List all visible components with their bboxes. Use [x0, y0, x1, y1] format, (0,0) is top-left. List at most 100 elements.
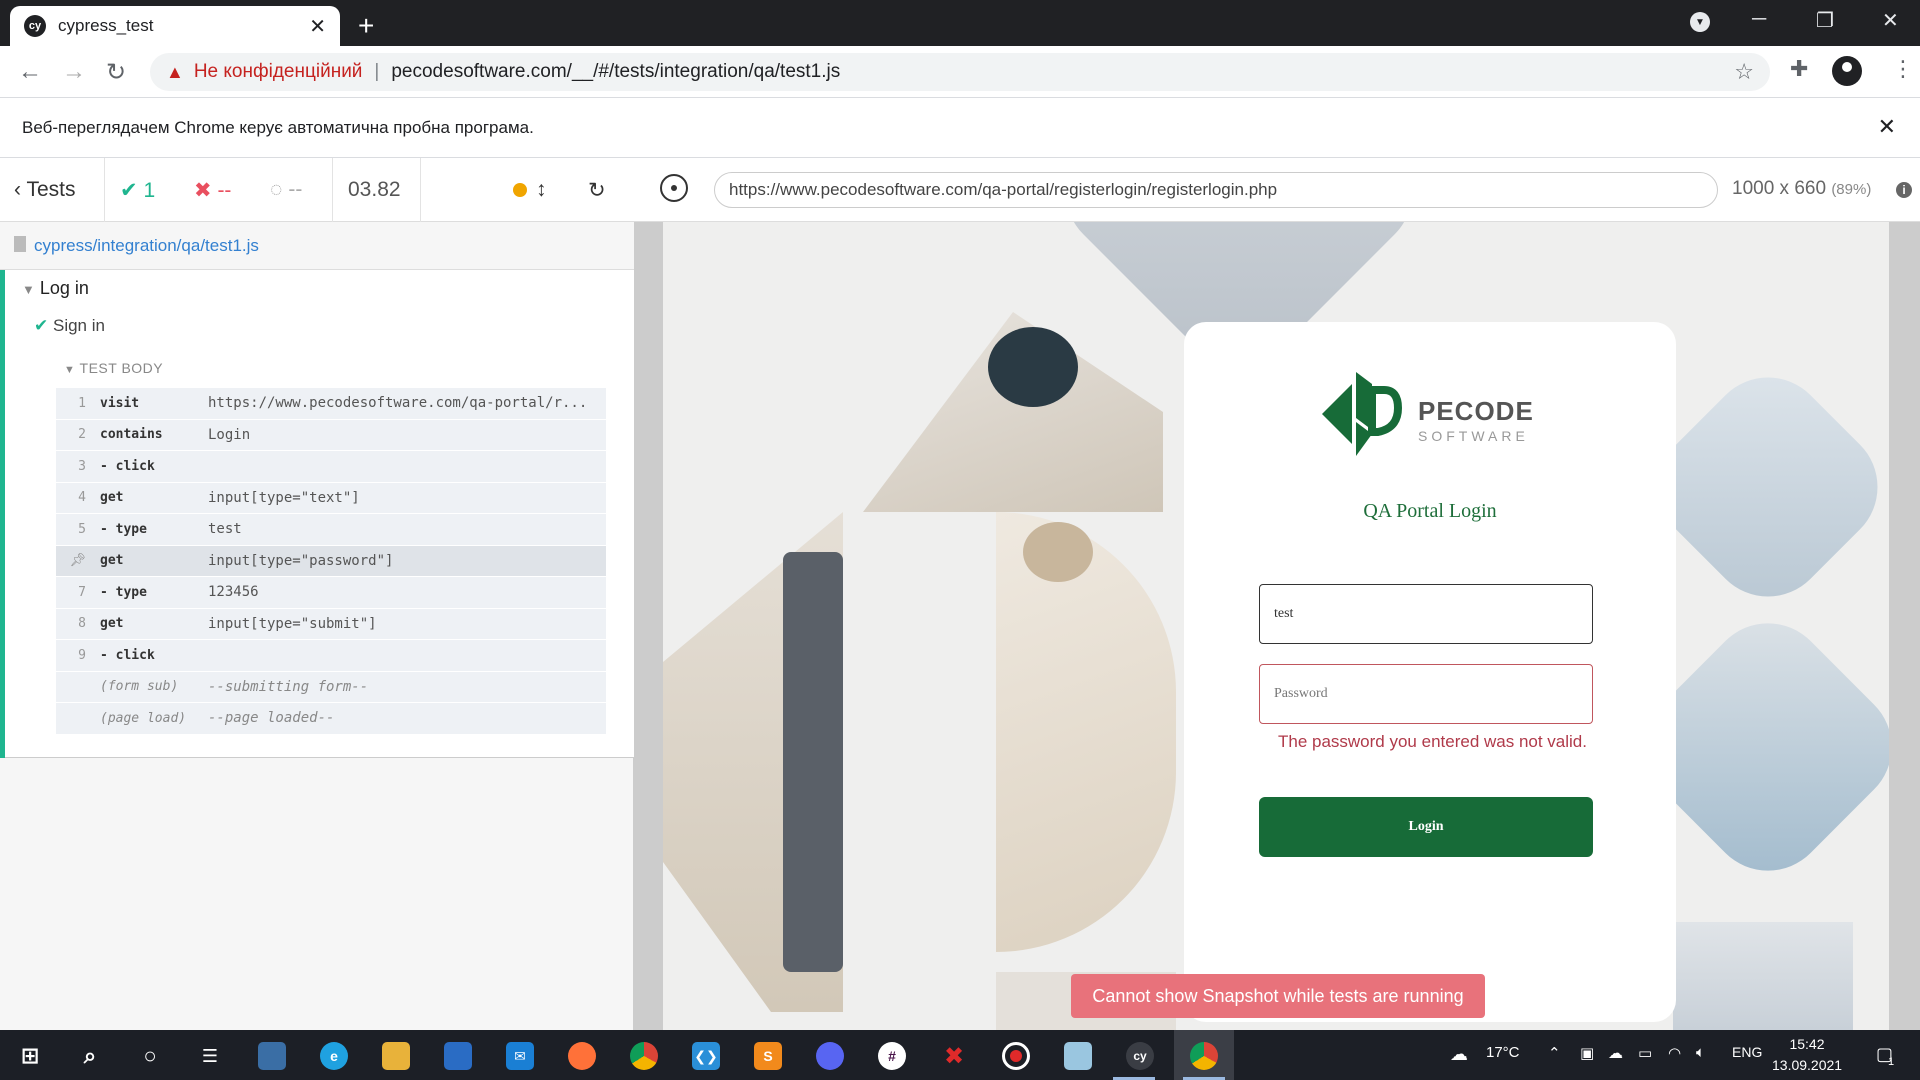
computer-icon[interactable]: [258, 1042, 286, 1070]
command-row[interactable]: 4 get input[type="text"]: [56, 482, 606, 514]
restore-icon[interactable]: ❐: [1816, 8, 1834, 33]
back-to-tests-button[interactable]: ‹ Tests: [14, 178, 75, 202]
command-number: 5: [78, 521, 86, 537]
selector-playground-icon[interactable]: [660, 174, 688, 202]
wifi-icon[interactable]: ◠: [1668, 1044, 1681, 1062]
command-message: --submitting form--: [208, 678, 369, 695]
weather-temp[interactable]: 17°C: [1486, 1044, 1520, 1061]
command-row[interactable]: (page load) --page loaded--: [56, 703, 606, 735]
login-button[interactable]: Login: [1259, 797, 1593, 857]
back-icon[interactable]: ←: [18, 58, 42, 86]
password-field[interactable]: Password: [1259, 664, 1593, 724]
record-icon[interactable]: [1002, 1042, 1030, 1070]
command-row[interactable]: 2 contains Login: [56, 419, 606, 451]
menu-icon[interactable]: ⋮: [1892, 56, 1914, 82]
tray-chevron-icon[interactable]: ⌃: [1548, 1044, 1561, 1062]
system-clock[interactable]: 15:42 13.09.2021: [1772, 1034, 1842, 1076]
xmind-icon[interactable]: ✖: [940, 1042, 968, 1070]
extensions-icon[interactable]: ✚: [1790, 56, 1808, 82]
browser-tab[interactable]: cy cypress_test ✕: [10, 6, 340, 46]
command-name: get: [100, 553, 124, 569]
cypress-icon[interactable]: cy: [1126, 1042, 1154, 1070]
infobar-close-icon[interactable]: ✕: [1878, 114, 1896, 140]
suite-title[interactable]: ▼ Log in: [22, 278, 89, 299]
command-message: input[type="submit"]: [208, 615, 377, 632]
bookmark-star-icon[interactable]: ☆: [1734, 59, 1754, 85]
notepad-icon[interactable]: [1064, 1042, 1092, 1070]
omnibox-separator: |: [374, 61, 380, 82]
search-icon[interactable]: ⌕: [76, 1042, 104, 1070]
reload-icon[interactable]: ↻: [106, 58, 126, 87]
slack-icon[interactable]: #: [878, 1042, 906, 1070]
task-view-icon[interactable]: ☰: [196, 1042, 224, 1070]
onedrive-icon[interactable]: ☁: [1608, 1044, 1623, 1062]
pecode-logo: PECODE SOFTWARE: [1312, 372, 1533, 472]
command-row[interactable]: 1 visit https://www.pecodesoftware.com/qa-…: [56, 388, 606, 420]
meet-now-icon[interactable]: ▣: [1580, 1044, 1594, 1062]
aut-page: PECODE SOFTWARE QA Portal Login test Pas…: [663, 222, 1889, 1030]
windows-start-icon[interactable]: ⊞: [16, 1042, 44, 1070]
spec-file-link[interactable]: cypress/integration/qa/test1.js: [0, 222, 634, 270]
vscode-icon[interactable]: ❮❯: [692, 1042, 720, 1070]
command-row[interactable]: 9 - click: [56, 640, 606, 672]
viewport-info-icon[interactable]: i: [1896, 182, 1912, 198]
new-tab-icon[interactable]: +: [358, 10, 374, 42]
chrome-active-icon[interactable]: [1190, 1042, 1218, 1070]
command-row[interactable]: 8 get input[type="submit"]: [56, 608, 606, 640]
store-icon[interactable]: [444, 1042, 472, 1070]
command-message: https://www.pecodesoftware.com/qa-portal…: [208, 395, 588, 412]
tab-search-icon[interactable]: ▼: [1690, 12, 1710, 32]
infobar-text: Веб-переглядачем Chrome керує автоматичн…: [22, 117, 534, 137]
profile-avatar-icon[interactable]: [1832, 56, 1862, 86]
command-log: 1 visit https://www.pecodesoftware.com/qa-…: [56, 388, 606, 735]
forward-icon[interactable]: →: [62, 58, 86, 86]
file-explorer-icon[interactable]: [382, 1042, 410, 1070]
pending-count: --: [288, 178, 303, 201]
rerun-icon[interactable]: ↻: [588, 178, 606, 203]
aut-url[interactable]: https://www.pecodesoftware.com/qa-portal…: [714, 172, 1718, 208]
cortana-icon[interactable]: ○: [136, 1042, 164, 1070]
automation-infobar: Веб-переглядачем Chrome керує автоматичн…: [0, 98, 1920, 158]
background-photo-cup: [988, 327, 1078, 407]
command-number: 2: [78, 427, 86, 443]
duration: 03.82: [348, 178, 401, 201]
username-field[interactable]: test: [1259, 584, 1593, 644]
volume-icon[interactable]: 🔈︎: [1696, 1044, 1705, 1061]
omnibox[interactable]: ▲ Не конфіденційний | pecodesoftware.com…: [150, 53, 1770, 91]
failed-count: --: [217, 179, 232, 202]
autoscroll-icon[interactable]: ↕: [536, 178, 547, 202]
running-indicator-icon: [513, 183, 527, 197]
test-body-toggle[interactable]: ▼ TEST BODY: [64, 360, 163, 376]
language-indicator[interactable]: ENG: [1732, 1044, 1762, 1060]
portal-title: QA Portal Login: [1363, 500, 1497, 522]
command-row[interactable]: (form sub) --submitting form--: [56, 671, 606, 703]
command-name: (form sub): [100, 679, 179, 695]
command-row[interactable]: 📌︎ get input[type="password"]: [56, 545, 606, 577]
command-name: (page load): [100, 710, 187, 726]
command-row[interactable]: 3 - click: [56, 451, 606, 483]
command-row[interactable]: 7 - type 123456: [56, 577, 606, 609]
background-photo-mug: [1023, 522, 1093, 582]
pass-stripe: [0, 270, 5, 758]
sublime-icon[interactable]: S: [754, 1042, 782, 1070]
edge-icon[interactable]: e: [320, 1042, 348, 1070]
tab-close-icon[interactable]: ✕: [309, 14, 326, 39]
command-number: 1: [78, 395, 86, 411]
error-message: The password you entered was not valid.: [1277, 732, 1587, 751]
windows-taskbar: ⊞ ⌕ ○ ☰ e ✉ ❮❯ S # ✖ cy ☁ 17°C ⌃ ▣ ☁ ▭ ◠…: [0, 1030, 1920, 1080]
firefox-icon[interactable]: [568, 1042, 596, 1070]
weather-icon[interactable]: ☁: [1450, 1044, 1468, 1065]
security-status: Не конфіденційний: [193, 61, 363, 82]
passed-stat: ✔ 1: [120, 179, 156, 202]
command-name: - type: [100, 521, 147, 537]
minimize-icon[interactable]: ─: [1752, 8, 1766, 31]
battery-icon[interactable]: ▭: [1638, 1044, 1652, 1062]
reporter-header: ‹ Tests ✔ 1 ✖ -- ◌ -- 03.82 ↕ ↻: [0, 158, 634, 222]
chrome-icon[interactable]: [630, 1042, 658, 1070]
command-row[interactable]: 5 - type test: [56, 514, 606, 546]
discord-icon[interactable]: [816, 1042, 844, 1070]
passed-check-icon: ✔: [34, 316, 49, 335]
window-close-icon[interactable]: ✕: [1882, 8, 1899, 33]
mail-icon[interactable]: ✉: [506, 1042, 534, 1070]
test-title[interactable]: ✔ Sign in: [34, 316, 105, 336]
